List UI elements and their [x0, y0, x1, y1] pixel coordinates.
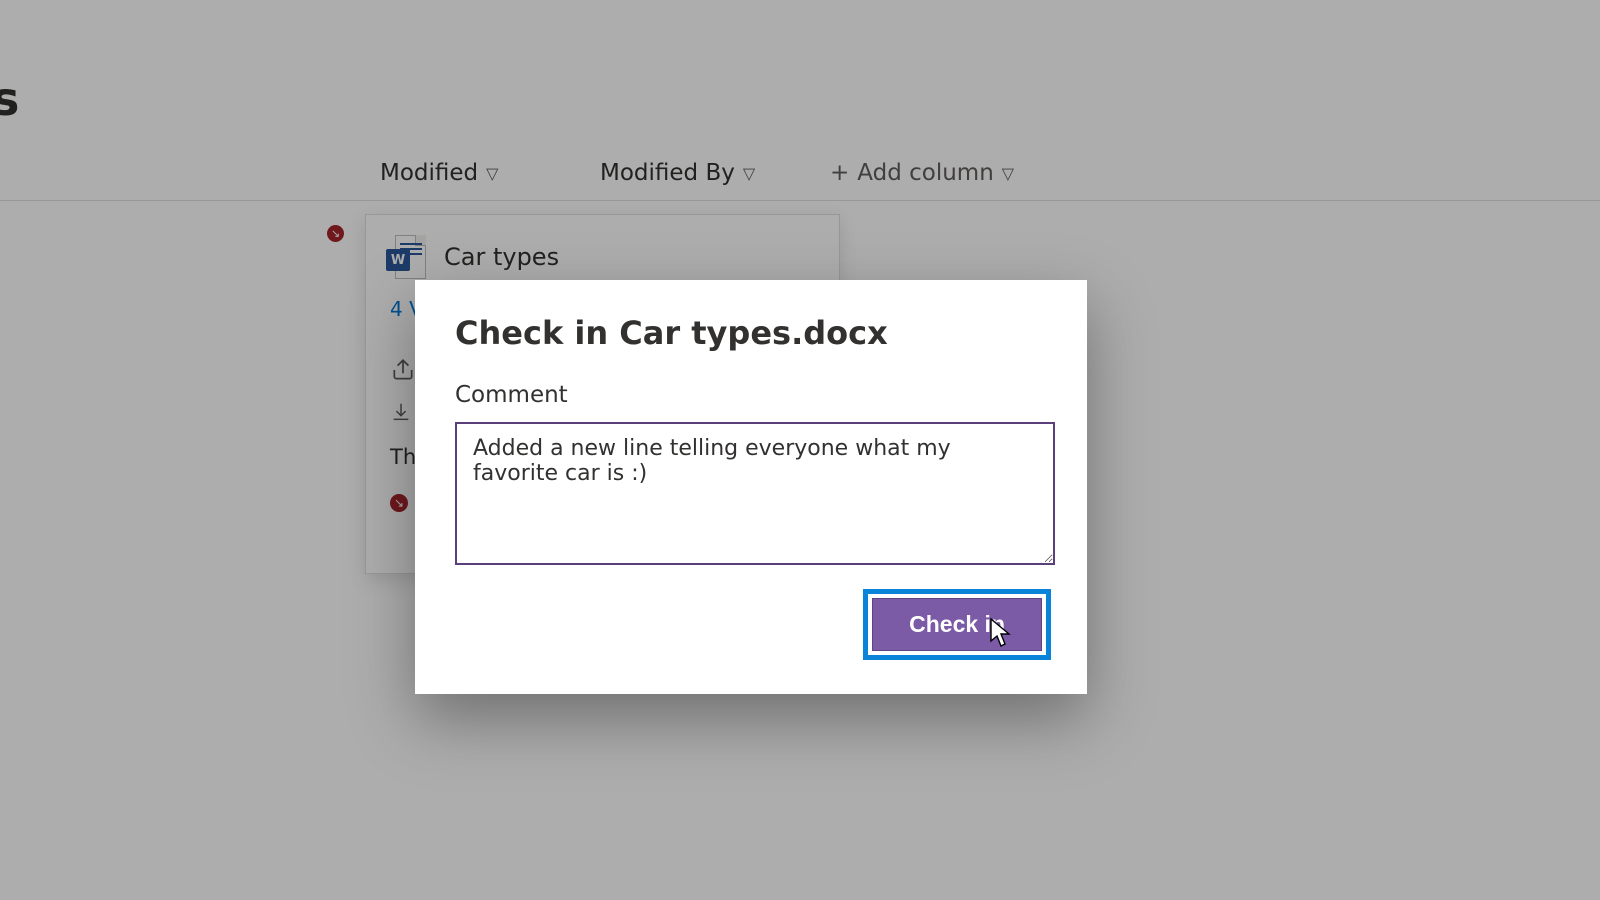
check-in-button[interactable]: Check in: [872, 598, 1042, 651]
check-in-dialog: Check in Car types.docx Comment Check in: [415, 280, 1087, 694]
check-in-button-focus-ring: Check in: [863, 589, 1051, 660]
comment-label: Comment: [455, 382, 1051, 408]
comment-textarea[interactable]: [455, 422, 1055, 565]
dialog-title: Check in Car types.docx: [455, 314, 1051, 352]
